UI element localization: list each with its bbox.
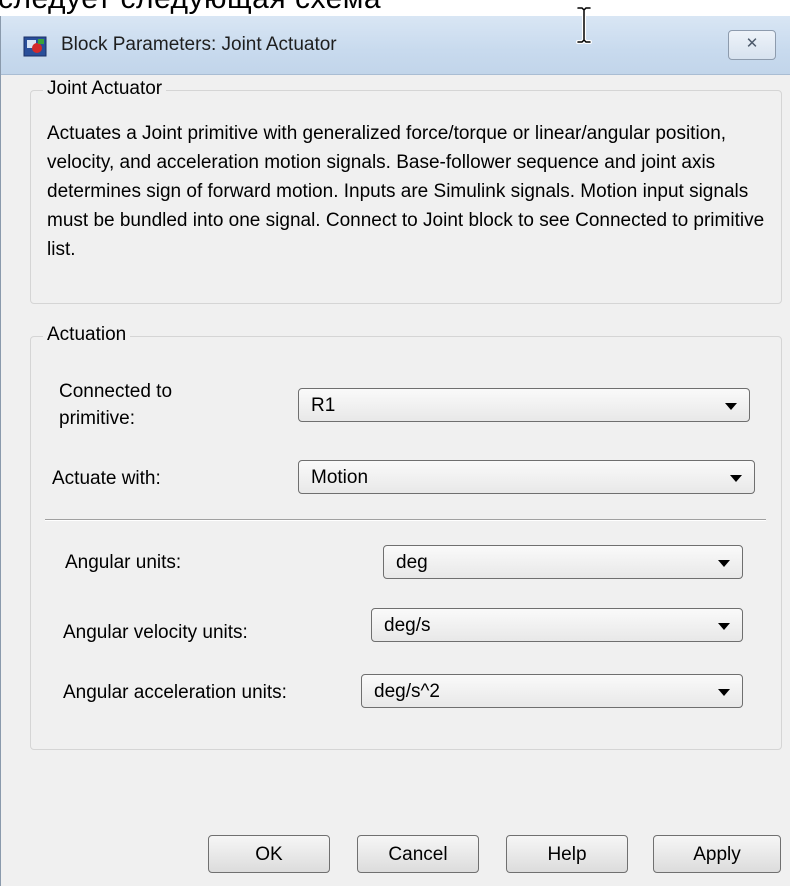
title-bar[interactable]: Block Parameters: Joint Actuator ✕ [1,16,790,75]
angular-units-value: deg [396,552,428,573]
angular-units-label: Angular units: [65,552,182,573]
simulink-block-icon [23,36,47,57]
apply-button-label: Apply [693,844,741,865]
cancel-button-label: Cancel [388,844,448,865]
help-button-label: Help [547,844,587,865]
block-description: Actuates a Joint primitive with generali… [47,123,765,260]
actuate-with-label: Actuate with: [52,468,161,489]
apply-button[interactable]: Apply [653,835,781,873]
chevron-down-icon [730,475,742,482]
angular-units-select[interactable]: deg [383,545,743,579]
connected-to-primitive-select[interactable]: R1 [298,388,750,422]
angular-acceleration-units-value: deg/s^2 [374,681,440,702]
joint-actuator-group-title: Joint Actuator [43,78,167,100]
angular-velocity-units-label: Angular velocity units: [63,622,248,643]
background-document-text: следует следующая схема [0,0,381,16]
actuate-with-value: Motion [311,467,369,488]
angular-acceleration-units-label: Angular acceleration units: [63,682,287,703]
connected-to-primitive-value: R1 [311,395,336,416]
help-button[interactable]: Help [506,835,628,873]
close-icon: ✕ [745,35,759,52]
ok-button[interactable]: OK [208,835,330,873]
angular-velocity-units-value: deg/s [384,615,431,636]
actuate-with-select[interactable]: Motion [298,460,755,494]
chevron-down-icon [718,623,730,630]
chevron-down-icon [718,560,730,567]
actuation-group-title: Actuation [43,324,131,346]
window-title: Block Parameters: Joint Actuator [61,34,337,55]
text-ibeam-cursor [576,6,592,44]
block-parameters-dialog: Block Parameters: Joint Actuator ✕ Joint… [0,16,790,886]
section-divider [45,519,766,521]
chevron-down-icon [718,689,730,696]
angular-acceleration-units-select[interactable]: deg/s^2 [361,674,743,708]
connected-to-primitive-label: Connected to primitive: [59,381,173,429]
chevron-down-icon [725,403,737,410]
cancel-button[interactable]: Cancel [357,835,479,873]
ok-button-label: OK [255,844,283,865]
angular-velocity-units-select[interactable]: deg/s [371,608,743,642]
close-button[interactable]: ✕ [728,30,776,60]
